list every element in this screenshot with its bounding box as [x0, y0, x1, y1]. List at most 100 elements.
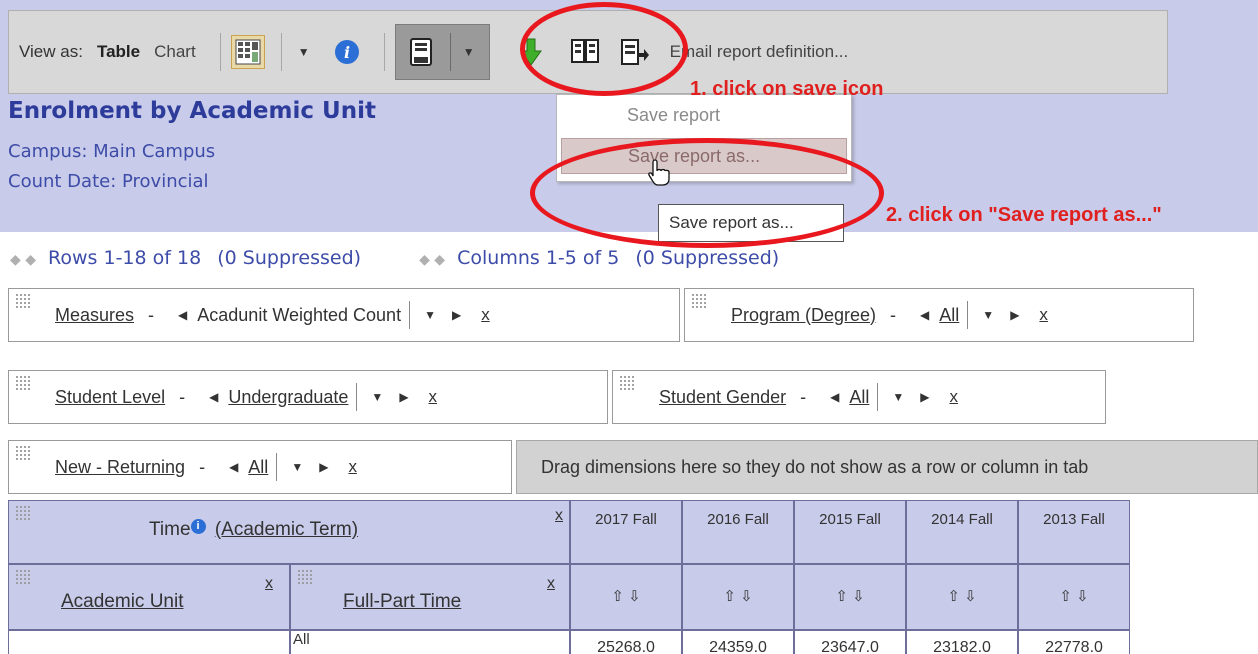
- dimension-name[interactable]: Measures: [55, 305, 134, 326]
- dimension-name[interactable]: Student Gender: [659, 387, 786, 408]
- toolbar-divider: [449, 33, 451, 71]
- step2-annotation: 2. click on "Save report as...": [886, 204, 1162, 226]
- previous-member-icon[interactable]: ◀: [830, 390, 839, 404]
- next-member-icon[interactable]: ▶: [1010, 308, 1019, 322]
- columns-range-text: Columns 1-5 of 5: [457, 247, 620, 269]
- info-icon[interactable]: i: [190, 519, 206, 534]
- dimension-row: New - Returning - ◀ All ▼ ▶ x Drag dimen…: [8, 440, 1258, 494]
- previous-member-icon[interactable]: ◀: [229, 460, 238, 474]
- sort-arrows-icon[interactable]: ⇧ ⇩: [794, 564, 906, 630]
- drag-grip-icon[interactable]: [15, 505, 31, 521]
- email-report-definition-link[interactable]: Email report definition...: [670, 42, 849, 62]
- dimension-new-returning[interactable]: New - Returning - ◀ All ▼ ▶ x: [8, 440, 512, 494]
- dimension-member[interactable]: Undergraduate: [228, 387, 348, 408]
- chevron-down-icon[interactable]: ▼: [424, 308, 436, 322]
- chevron-down-icon[interactable]: ▼: [892, 390, 904, 404]
- term-column-header: 2013 Fall: [1018, 500, 1130, 564]
- sort-arrows-icon[interactable]: ⇧ ⇩: [1018, 564, 1130, 630]
- dimension-row: Measures - ◀ Acadunit Weighted Count ▼ ▶…: [8, 288, 1198, 342]
- dimension-row: Student Level - ◀ Undergraduate ▼ ▶ x St…: [8, 370, 1110, 424]
- drag-grip-icon[interactable]: [15, 293, 31, 309]
- sort-arrows-icon[interactable]: ⇧ ⇩: [906, 564, 1018, 630]
- value-cell: 25268.0: [570, 630, 682, 654]
- chevron-down-icon[interactable]: ▼: [982, 308, 994, 322]
- dimension-program-degree[interactable]: Program (Degree) - ◀ All ▼ ▶ x: [684, 288, 1194, 342]
- count-date-text: Count Date: Provincial: [8, 171, 209, 192]
- dimension-name[interactable]: Program (Degree): [731, 305, 876, 326]
- save-icon[interactable]: [404, 35, 438, 69]
- time-header-label: Time: [149, 519, 191, 540]
- rows-range-text: Rows 1-18 of 18: [48, 247, 202, 269]
- next-member-icon[interactable]: ▶: [319, 460, 328, 474]
- row-header-label[interactable]: Full-Part Time: [343, 591, 461, 613]
- time-dimension-header[interactable]: Time i (Academic Term) x: [8, 500, 570, 564]
- rows-page-arrows-icon[interactable]: ◆ ◆: [10, 252, 36, 268]
- dimension-measures[interactable]: Measures - ◀ Acadunit Weighted Count ▼ ▶…: [8, 288, 680, 342]
- dimension-student-gender[interactable]: Student Gender - ◀ All ▼ ▶ x: [612, 370, 1106, 424]
- previous-member-icon[interactable]: ◀: [209, 390, 218, 404]
- view-as-label: View as:: [19, 42, 83, 61]
- dimension-member[interactable]: All: [939, 305, 959, 326]
- grid-layout-icon[interactable]: [230, 35, 265, 69]
- academic-unit-row-header[interactable]: Academic Unit x: [8, 564, 290, 630]
- columns-page-arrows-icon[interactable]: ◆ ◆: [419, 252, 445, 268]
- svg-text:i: i: [344, 43, 350, 62]
- dimension-member[interactable]: All: [849, 387, 869, 408]
- value-cell: 23182.0: [906, 630, 1018, 654]
- toolbar-divider: [280, 33, 282, 71]
- drag-grip-icon[interactable]: [297, 569, 313, 585]
- sort-arrows-icon[interactable]: ⇧ ⇩: [682, 564, 794, 630]
- dimension-name[interactable]: Student Level: [55, 387, 165, 408]
- save-button-group[interactable]: ▼: [394, 24, 490, 80]
- drag-grip-icon[interactable]: [15, 375, 31, 391]
- term-column-header: 2016 Fall: [682, 500, 794, 564]
- row-label-cell: [8, 630, 290, 654]
- chevron-down-icon[interactable]: ▼: [291, 460, 303, 474]
- full-part-time-row-header[interactable]: Full-Part Time x: [290, 564, 570, 630]
- unused-dimensions-dropzone[interactable]: Drag dimensions here so they do not show…: [516, 440, 1258, 494]
- dimension-student-level[interactable]: Student Level - ◀ Undergraduate ▼ ▶ x: [8, 370, 608, 424]
- step1-annotation: 1. click on save icon: [690, 78, 884, 100]
- next-member-icon[interactable]: ▶: [920, 390, 929, 404]
- remove-dimension-icon[interactable]: x: [949, 387, 958, 407]
- view-chart-option[interactable]: Chart: [154, 42, 196, 62]
- save-report-menu-item[interactable]: Save report: [557, 95, 851, 135]
- view-table-option[interactable]: Table: [97, 42, 140, 62]
- value-cell: 24359.0: [682, 630, 794, 654]
- dimension-name[interactable]: New - Returning: [55, 457, 185, 478]
- toolbar-divider: [383, 33, 385, 71]
- info-icon[interactable]: i: [330, 35, 364, 69]
- drag-grip-icon[interactable]: [15, 569, 31, 585]
- sort-arrows-icon[interactable]: ⇧ ⇩: [570, 564, 682, 630]
- dimension-member[interactable]: Acadunit Weighted Count: [197, 305, 401, 326]
- drag-grip-icon[interactable]: [691, 293, 707, 309]
- drag-grip-icon[interactable]: [619, 375, 635, 391]
- value-cell: 23647.0: [794, 630, 906, 654]
- academic-term-link[interactable]: (Academic Term): [215, 519, 358, 540]
- remove-dimension-icon[interactable]: x: [265, 575, 273, 593]
- report-title: Enrolment by Academic Unit: [8, 98, 376, 124]
- save-icon-highlight-circle: [520, 2, 688, 96]
- remove-dimension-icon[interactable]: x: [481, 305, 490, 325]
- next-member-icon[interactable]: ▶: [399, 390, 408, 404]
- term-column-header: 2015 Fall: [794, 500, 906, 564]
- previous-member-icon[interactable]: ◀: [178, 308, 187, 322]
- value-cell: 22778.0: [1018, 630, 1130, 654]
- remove-dimension-icon[interactable]: x: [547, 575, 555, 593]
- remove-dimension-icon[interactable]: x: [1039, 305, 1048, 325]
- campus-filter-text: Campus: Main Campus: [8, 141, 216, 162]
- remove-dimension-icon[interactable]: x: [555, 507, 563, 525]
- columns-suppressed-text: (0 Suppressed): [635, 247, 780, 269]
- dimension-member[interactable]: All: [248, 457, 268, 478]
- chevron-down-icon[interactable]: ▼: [292, 35, 316, 69]
- toolbar-divider: [219, 33, 221, 71]
- save-dropdown-chevron-icon[interactable]: ▼: [457, 35, 481, 69]
- row-header-label[interactable]: Academic Unit: [61, 591, 184, 613]
- pivot-table: Time i (Academic Term) x Academic Unit x …: [8, 500, 1148, 654]
- drag-grip-icon[interactable]: [15, 445, 31, 461]
- next-member-icon[interactable]: ▶: [452, 308, 461, 322]
- previous-member-icon[interactable]: ◀: [920, 308, 929, 322]
- chevron-down-icon[interactable]: ▼: [371, 390, 383, 404]
- remove-dimension-icon[interactable]: x: [348, 457, 357, 477]
- remove-dimension-icon[interactable]: x: [429, 387, 438, 407]
